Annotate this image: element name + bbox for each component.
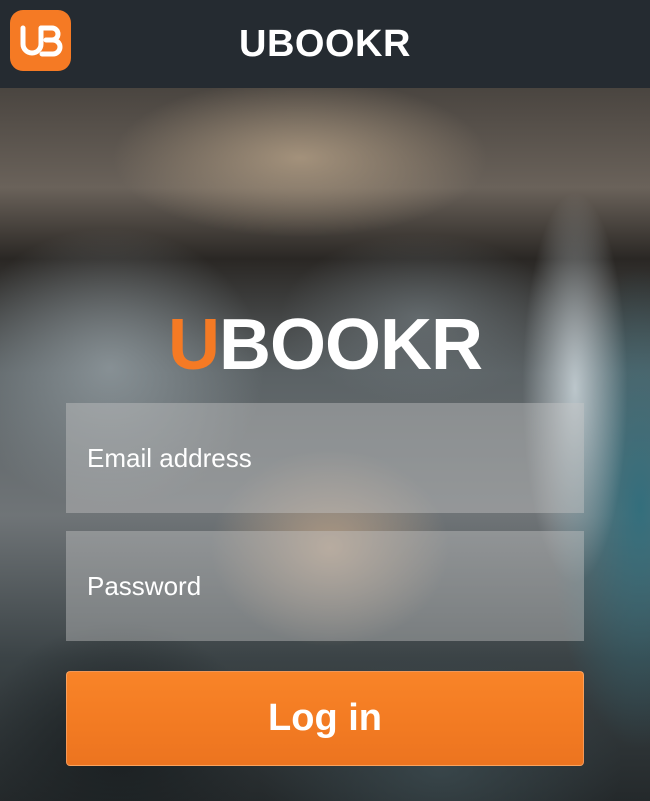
login-button[interactable]: Log in <box>66 671 584 766</box>
email-field[interactable] <box>66 403 584 513</box>
brand-logo-text: UBOOKR <box>0 305 650 385</box>
brand-logo-accent-letter: U <box>168 305 220 385</box>
login-screen: UBOOKR UBOOKR Log in <box>0 0 650 801</box>
app-title: UBOOKR <box>239 23 411 65</box>
brand-logo-rest: BOOKR <box>219 305 483 385</box>
password-field[interactable] <box>66 531 584 641</box>
top-bar: UBOOKR <box>0 0 650 88</box>
